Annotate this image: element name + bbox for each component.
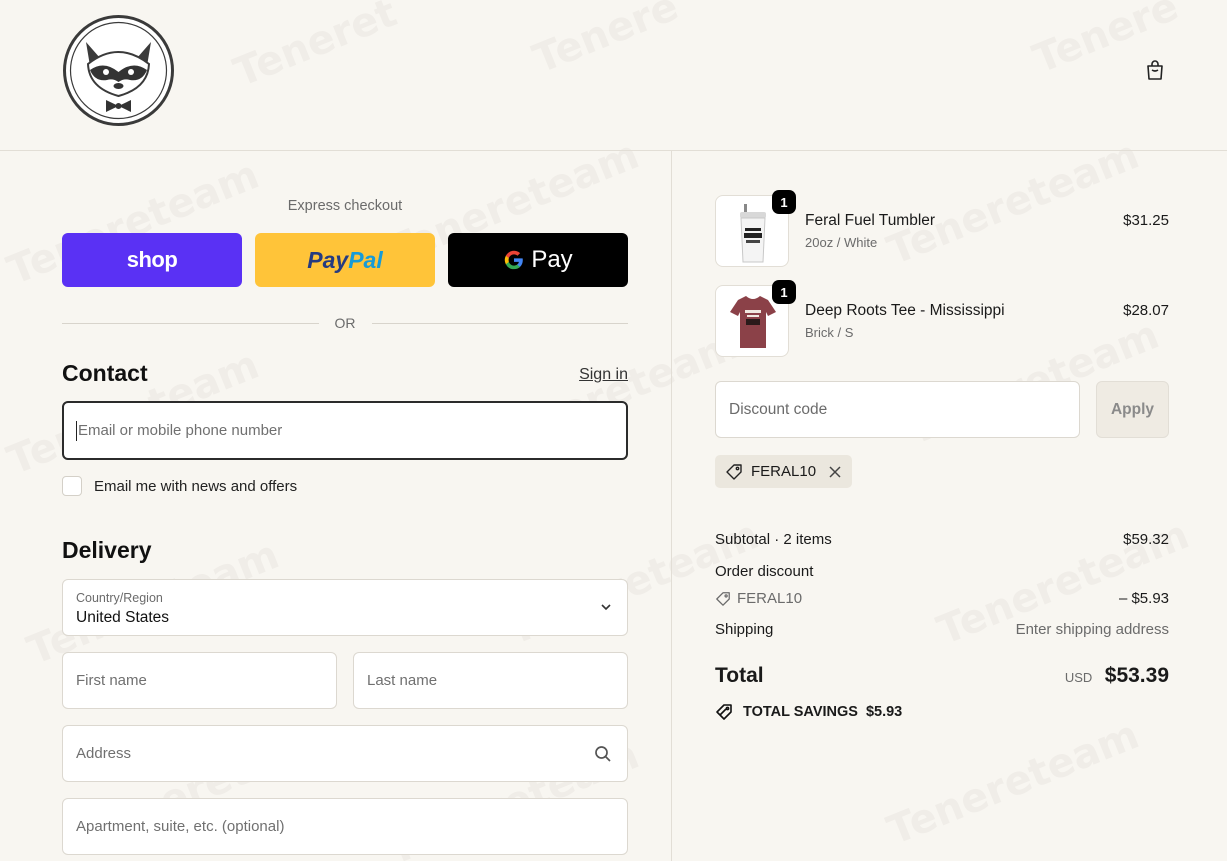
savings-label: TOTAL SAVINGS [743, 704, 858, 720]
shop-pay-label: shop [126, 247, 178, 272]
google-g-icon [505, 250, 524, 270]
total-label: Total [715, 664, 764, 687]
cart-button[interactable] [1141, 56, 1169, 84]
remove-discount-icon[interactable] [828, 465, 842, 479]
order-discount-row: Order discount [715, 563, 1169, 580]
item-price: $28.07 [1123, 302, 1169, 319]
item-variant: Brick / S [805, 325, 854, 340]
savings-value: $5.93 [865, 704, 903, 720]
item-variant: 20oz / White [805, 235, 878, 250]
newsletter-checkbox[interactable] [62, 476, 82, 496]
applied-code: FERAL10 [751, 463, 817, 480]
last-name-placeholder: Last name [367, 672, 438, 689]
total-savings-row: TOTAL SAVINGS $5.93 [715, 702, 902, 722]
quantity-badge: 1 [772, 280, 796, 304]
email-field[interactable]: Email or mobile phone number [62, 401, 628, 460]
subtotal-row: Subtotal · 2 items $59.32 [715, 531, 1169, 548]
discount-code-field[interactable]: Discount code [715, 381, 1080, 438]
product-thumbnail: 1 [715, 190, 796, 267]
first-name-field[interactable]: First name [62, 652, 337, 709]
discount-code-line: FERAL10 [715, 590, 802, 607]
line-item: 1 Feral Fuel Tumbler 20oz / White $31.25 [715, 190, 1169, 267]
newsletter-label[interactable]: Email me with news and offers [94, 478, 297, 495]
discount-placeholder: Discount code [729, 400, 828, 418]
last-name-field[interactable]: Last name [353, 652, 628, 709]
first-name-placeholder: First name [76, 672, 147, 689]
discount-value: – $5.93 [1118, 590, 1169, 607]
shop-pay-button[interactable]: shop [62, 233, 242, 287]
apartment-placeholder: Apartment, suite, etc. (optional) [76, 818, 285, 835]
address-placeholder: Address [76, 745, 132, 762]
watermark: Tenereteam [881, 711, 1146, 855]
discount-code: FERAL10 [737, 590, 803, 607]
tag-icon [726, 463, 742, 480]
item-price: $31.25 [1123, 212, 1169, 229]
order-discount-label: Order discount [715, 563, 814, 580]
apply-discount-button[interactable]: Apply [1096, 381, 1169, 438]
applied-discount-chip: FERAL10 [715, 455, 853, 488]
google-pay-button[interactable]: Pay [448, 233, 628, 287]
country-label: Country/Region [76, 591, 163, 605]
item-name: Feral Fuel Tumbler [805, 212, 936, 229]
raccoon-logo-icon[interactable] [62, 14, 175, 127]
apartment-field[interactable]: Apartment, suite, etc. (optional) [62, 798, 628, 855]
shopping-bag-icon [1147, 60, 1163, 80]
newsletter-option: Email me with news and offers [62, 476, 297, 496]
quantity-badge: 1 [772, 190, 796, 214]
total-row: Total USD $53.39 [715, 664, 1169, 688]
column-divider [671, 151, 672, 861]
subtotal-label: Subtotal · 2 items [715, 531, 832, 548]
country-value: United States [76, 609, 170, 626]
product-thumbnail: 1 [715, 280, 796, 357]
line-item: 1 Deep Roots Tee - Mississippi Brick / S… [715, 280, 1169, 357]
item-name: Deep Roots Tee - Mississippi [805, 302, 1005, 319]
shipping-row: Shipping Enter shipping address [715, 621, 1169, 638]
discount-detail-row: FERAL10 – $5.93 [715, 590, 1169, 607]
google-pay-label: Pay [503, 246, 573, 274]
shipping-value: Enter shipping address [1015, 621, 1169, 638]
delivery-title: Delivery [62, 537, 152, 563]
search-icon [595, 746, 611, 762]
text-caret [76, 420, 77, 441]
tag-icon [716, 591, 730, 606]
subtotal-value: $59.32 [1123, 531, 1169, 548]
country-select[interactable]: Country/Region United States [62, 579, 628, 636]
sign-in-link[interactable]: Sign in [560, 366, 628, 384]
contact-title: Contact [62, 360, 148, 386]
email-placeholder: Email or mobile phone number [78, 422, 283, 439]
paypal-button[interactable]: PayPal [255, 233, 435, 287]
express-checkout-label: Express checkout [287, 198, 403, 214]
address-field[interactable]: Address [62, 725, 628, 782]
or-label: OR [334, 315, 356, 331]
total-currency: USD [1064, 670, 1093, 685]
savings-tag-icon [716, 704, 732, 720]
chevron-down-icon [601, 604, 611, 611]
shipping-label: Shipping [715, 621, 774, 638]
or-divider: OR [62, 314, 628, 332]
total-value: $53.39 [1104, 664, 1169, 687]
paypal-label: PayPal [307, 246, 383, 273]
header [0, 0, 1227, 151]
